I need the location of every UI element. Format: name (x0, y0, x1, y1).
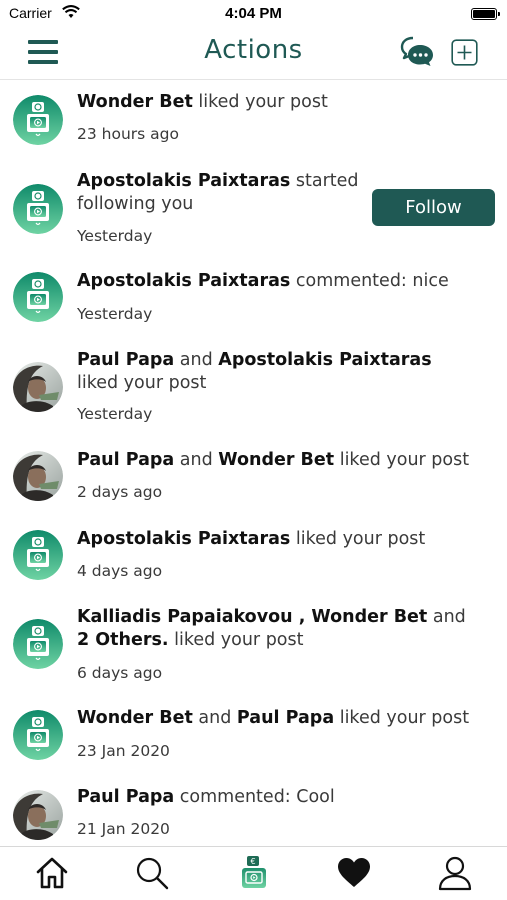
app-logo-avatar[interactable] (13, 184, 63, 234)
notification-time: 6 days ago (77, 664, 163, 682)
user-name-link[interactable]: Wonder Bet (77, 92, 193, 112)
notification-text: Wonder Bet liked your post (77, 91, 457, 114)
user-name-link[interactable]: Kalliadis Papaiakovou , Wonder Bet (77, 607, 427, 627)
user-name-link[interactable]: Wonder Bet (77, 708, 193, 728)
add-post-icon[interactable] (451, 39, 478, 66)
notification-text: Paul Papa and Apostolakis Paixtaras like… (77, 349, 467, 395)
action-text: liked your post (334, 450, 470, 470)
user-name-link[interactable]: Wonder Bet (218, 450, 334, 470)
action-text: liked your post (77, 373, 207, 393)
notification-time: 21 Jan 2020 (77, 820, 170, 838)
action-text: commented: Cool (174, 787, 335, 807)
app-logo-avatar[interactable] (13, 710, 63, 760)
user-name-link[interactable]: Apostolakis Paixtaras (77, 171, 290, 191)
user-avatar[interactable] (13, 451, 63, 501)
user-avatar[interactable] (13, 362, 63, 412)
user-name-link[interactable]: Paul Papa (237, 708, 334, 728)
user-avatar[interactable] (13, 790, 63, 840)
user-name-link[interactable]: Paul Papa (77, 450, 174, 470)
user-name-link[interactable]: Paul Papa (77, 350, 174, 370)
action-text: liked your post (334, 708, 470, 728)
notification-text: Wonder Bet and Paul Papa liked your post (77, 707, 477, 730)
notification-text: Apostolakis Paixtaras started following … (77, 170, 362, 216)
action-text: and (174, 350, 219, 370)
notification-text: Apostolakis Paixtaras liked your post (77, 528, 457, 551)
user-name-link[interactable]: 2 Others. (77, 630, 169, 650)
notification-time: Yesterday (77, 305, 153, 323)
svg-text:€: € (250, 857, 255, 866)
app-logo-avatar[interactable] (13, 95, 63, 145)
status-time: 4:04 PM (225, 5, 282, 22)
follow-button[interactable]: Follow (372, 189, 495, 226)
notification-text: Paul Papa commented: Cool (77, 786, 457, 809)
notification-text: Apostolakis Paixtaras commented: nice (77, 270, 457, 293)
tab-bar: € (0, 846, 507, 900)
user-name-link[interactable]: Paul Papa (77, 787, 174, 807)
action-text: and (174, 450, 219, 470)
heart-icon[interactable] (336, 855, 372, 891)
action-text: liked your post (168, 630, 304, 650)
search-icon[interactable] (134, 855, 170, 891)
notification-text: Kalliadis Papaiakovou , Wonder Bet and 2… (77, 606, 477, 652)
app-logo-avatar[interactable] (13, 272, 63, 322)
status-bar: Carrier 4:04 PM (0, 0, 507, 28)
notification-time: 2 days ago (77, 483, 163, 501)
profile-icon[interactable] (437, 855, 473, 891)
notification-time: 4 days ago (77, 562, 163, 580)
app-logo-avatar[interactable] (13, 619, 63, 669)
action-text: and (427, 607, 466, 627)
action-text: and (192, 708, 237, 728)
notification-time: Yesterday (77, 405, 153, 423)
notification-time: 23 hours ago (77, 125, 179, 143)
action-text: liked your post (290, 529, 426, 549)
app-logo-icon[interactable]: € (236, 855, 272, 891)
user-name-link[interactable]: Apostolakis Paixtaras (77, 529, 290, 549)
notification-time: Yesterday (77, 227, 153, 245)
nav-bar: Actions (0, 28, 507, 80)
notifications-list[interactable]: Wonder Bet liked your post 23 hours ago Ap… (0, 80, 507, 846)
chat-icon[interactable] (400, 36, 436, 68)
home-icon[interactable] (34, 855, 70, 891)
notification-time: 23 Jan 2020 (77, 742, 170, 760)
battery-icon (471, 8, 500, 20)
notification-text: Paul Papa and Wonder Bet liked your post (77, 449, 477, 472)
action-text: commented: nice (290, 271, 449, 291)
app-logo-avatar[interactable] (13, 530, 63, 580)
user-name-link[interactable]: Apostolakis Paixtaras (77, 271, 290, 291)
user-name-link[interactable]: Apostolakis Paixtaras (218, 350, 431, 370)
action-text: liked your post (192, 92, 328, 112)
